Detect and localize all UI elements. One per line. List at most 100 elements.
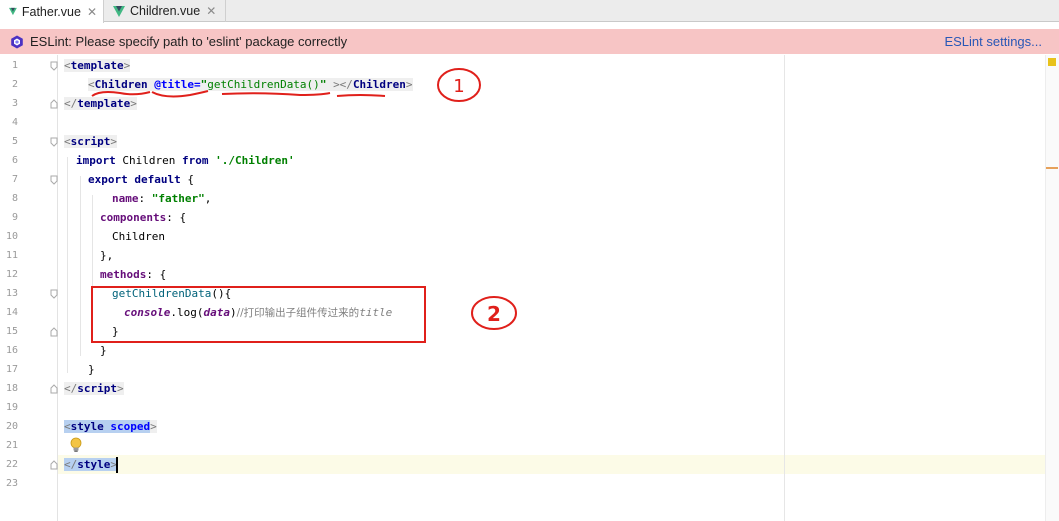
attribute-name: @title= xyxy=(154,78,201,91)
property-key: name xyxy=(112,192,139,205)
eslint-icon xyxy=(11,35,23,48)
text-caret xyxy=(116,457,118,473)
line-number: 18 xyxy=(5,383,18,394)
indent-guide xyxy=(80,176,81,356)
line-number: 8 xyxy=(11,193,18,204)
tag-name: template xyxy=(70,59,124,72)
punctuation: (){ xyxy=(211,287,232,300)
string-literal: './Children' xyxy=(215,154,295,167)
line-number: 16 xyxy=(5,345,18,356)
code-line-13: getChildrenData(){ xyxy=(112,284,231,303)
line-number: 15 xyxy=(5,326,18,337)
tab-label: Children.vue xyxy=(130,4,201,18)
tag-name: style xyxy=(70,420,104,433)
code-editor[interactable]: 1 2 3 4 5 6 7 8 9 10 11 12 13 14 15 16 1… xyxy=(0,55,1059,521)
punctuation: ) xyxy=(229,306,237,319)
line-number: 11 xyxy=(5,250,18,261)
comment: title xyxy=(359,306,393,319)
vue-file-icon xyxy=(113,5,125,17)
vue-file-icon xyxy=(9,7,17,16)
code-line-1: <template> xyxy=(64,59,131,72)
punctuation: } xyxy=(112,325,119,338)
tab-label: Father.vue xyxy=(21,4,81,19)
fold-icon[interactable] xyxy=(50,460,58,470)
identifier: Children xyxy=(122,154,176,167)
current-line-highlight xyxy=(58,455,1045,474)
line-number: 20 xyxy=(5,421,18,432)
function-name: getChildrenData xyxy=(112,287,212,300)
method-call: .log( xyxy=(170,306,204,319)
error-stripe-marker[interactable] xyxy=(1046,167,1058,169)
line-number: 4 xyxy=(11,117,18,128)
fold-icon[interactable] xyxy=(50,175,58,185)
close-tab-icon[interactable]: ✕ xyxy=(87,5,97,19)
fold-icon[interactable] xyxy=(50,289,58,299)
parameter: data xyxy=(203,306,230,319)
tab-father-vue[interactable]: Father.vue ✕ xyxy=(0,0,104,23)
code-line-12: methods: { xyxy=(100,268,167,281)
punctuation: { xyxy=(159,268,167,281)
keyword: from xyxy=(181,154,209,167)
code-line-6: import Children from './Children' xyxy=(76,151,295,170)
line-number: 9 xyxy=(11,212,18,223)
string-literal: "father" xyxy=(151,192,205,205)
line-number: 3 xyxy=(11,98,18,109)
code-line-9: components: { xyxy=(100,211,187,224)
indent-guide xyxy=(67,157,68,373)
code-line-22: </style> xyxy=(64,458,117,471)
line-number: 17 xyxy=(5,364,18,375)
line-number: 6 xyxy=(11,155,18,166)
string-quote: " xyxy=(319,78,327,91)
line-number: 10 xyxy=(5,231,18,242)
close-tab-icon[interactable]: ✕ xyxy=(206,4,216,18)
keyword: import xyxy=(76,154,116,167)
code-line-7: export default { xyxy=(88,170,194,189)
code-line-14: console.log(data)//打印输出子组件传过来的title xyxy=(124,303,392,322)
line-number: 22 xyxy=(5,459,18,470)
code-line-10: Children xyxy=(112,227,165,246)
property-key: components xyxy=(100,211,167,224)
tag-name: template xyxy=(77,97,131,110)
lightbulb-icon[interactable] xyxy=(70,437,82,453)
error-stripe[interactable] xyxy=(1045,55,1059,521)
right-margin-guide xyxy=(784,55,785,521)
line-number: 7 xyxy=(11,174,18,185)
code-line-16: } xyxy=(100,341,107,360)
comment: //打印输出子组件传过来的 xyxy=(236,307,360,319)
tag-name: script xyxy=(70,135,111,148)
tab-children-vue[interactable]: Children.vue ✕ xyxy=(104,0,226,22)
eslint-settings-link[interactable]: ESLint settings... xyxy=(944,34,1042,49)
code-line-2: <Children @title="getChildrenData()" ></… xyxy=(88,78,413,91)
property-key: methods xyxy=(100,268,147,281)
warning-marker[interactable] xyxy=(1048,58,1056,66)
line-number: 23 xyxy=(5,478,18,489)
identifier: Children xyxy=(112,230,165,243)
fold-icon[interactable] xyxy=(50,137,58,147)
punctuation: } xyxy=(88,363,95,376)
tag-name: Children xyxy=(94,78,148,91)
line-number: 1 xyxy=(11,60,18,71)
fold-icon[interactable] xyxy=(50,327,58,337)
fold-icon[interactable] xyxy=(50,384,58,394)
tag-name: Children xyxy=(352,78,406,91)
tag-name: style xyxy=(77,458,111,471)
line-number: 12 xyxy=(5,269,18,280)
code-line-20: <style scoped> xyxy=(64,420,157,433)
code-line-11: }, xyxy=(100,246,113,265)
attribute-value: getChildrenData() xyxy=(207,78,320,91)
banner-message: ESLint: Please specify path to 'eslint' … xyxy=(30,34,348,49)
fold-icon[interactable] xyxy=(50,61,58,71)
line-number: 13 xyxy=(5,288,18,299)
eslint-notification-banner: ESLint: Please specify path to 'eslint' … xyxy=(0,29,1059,54)
keyword: export default xyxy=(88,173,181,186)
line-number: 21 xyxy=(5,440,18,451)
code-line-15: } xyxy=(112,322,119,341)
code-line-18: </script> xyxy=(64,382,124,395)
tag-name: script xyxy=(77,382,117,395)
code-line-3: </template> xyxy=(64,97,137,110)
attribute-name: scoped xyxy=(110,420,151,433)
fold-icon[interactable] xyxy=(50,99,58,109)
identifier: console xyxy=(124,306,171,319)
punctuation: { xyxy=(179,211,187,224)
line-number: 2 xyxy=(11,79,18,90)
